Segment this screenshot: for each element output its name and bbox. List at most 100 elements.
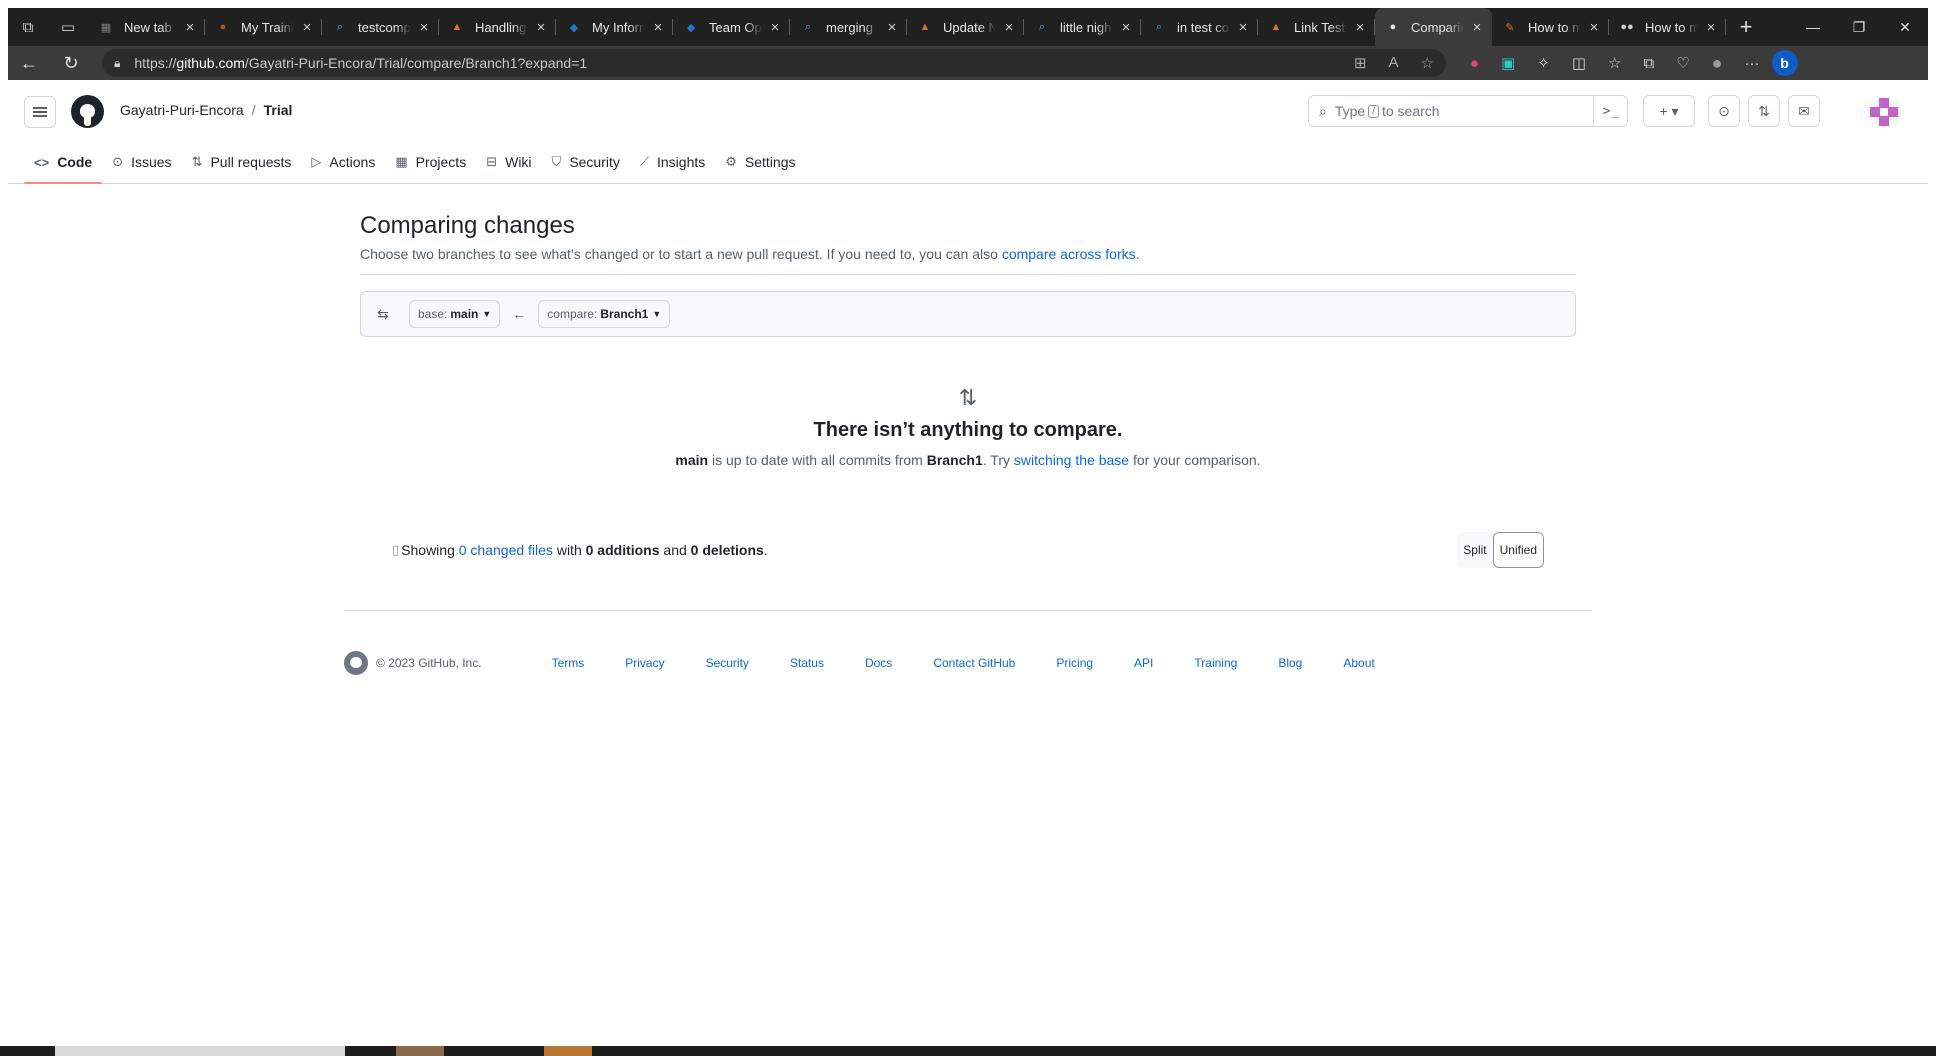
repo-name-link[interactable]: Trial	[264, 102, 293, 118]
tab-actions-icon[interactable]: ▭	[48, 8, 88, 46]
tab-label: Insights	[657, 154, 706, 170]
github-mark-icon[interactable]	[344, 651, 368, 675]
create-new-button[interactable]: + ▾	[1643, 95, 1695, 127]
description-text: Choose two branches to see what’s change…	[360, 246, 998, 262]
close-tab-icon[interactable]: ×	[768, 19, 782, 36]
command-palette-icon[interactable]: >_	[1593, 96, 1627, 126]
close-tab-icon[interactable]: ×	[1002, 19, 1016, 36]
split-screen-icon[interactable]: ◫	[1572, 54, 1586, 72]
github-header: Gayatri-Puri-Encora / Trial ⌕ Type / to …	[8, 80, 1928, 184]
close-tab-icon[interactable]: ×	[534, 19, 548, 36]
close-tab-icon[interactable]: ×	[885, 19, 899, 36]
reload-icon[interactable]: ↻	[50, 53, 92, 74]
close-tab-icon[interactable]: ×	[1353, 19, 1367, 36]
pull-requests-icon[interactable]: ⇅	[1748, 95, 1780, 127]
footer-link-api[interactable]: API	[1134, 656, 1153, 670]
favorite-star-icon[interactable]: ☆	[1421, 54, 1434, 72]
new-tab-button[interactable]: +	[1726, 14, 1766, 40]
footer-link-terms[interactable]: Terms	[552, 656, 585, 670]
read-aloud-icon[interactable]: A	[1389, 54, 1399, 72]
more-menu-icon[interactable]: ···	[1745, 55, 1760, 72]
browser-tab[interactable]: ▲ Handling ×	[439, 8, 556, 46]
base-branch-select[interactable]: base: main ▼	[409, 300, 501, 328]
close-tab-icon[interactable]: ×	[1587, 19, 1601, 36]
tab-issues[interactable]: ⊙ Issues	[102, 140, 181, 184]
browser-tab[interactable]: ⌕ little nigh ×	[1024, 8, 1141, 46]
browser-tab[interactable]: ▲ Update N ×	[907, 8, 1024, 46]
footer-link-training[interactable]: Training	[1194, 656, 1237, 670]
hamburger-menu-button[interactable]	[24, 96, 56, 128]
footer-link-about[interactable]: About	[1343, 656, 1374, 670]
browser-tab[interactable]: ●● How to m ×	[1609, 8, 1726, 46]
collections-icon[interactable]: ⧉	[1643, 55, 1654, 72]
tab-title: Update N	[943, 19, 996, 35]
tab-security[interactable]: ⛉ Security	[542, 140, 630, 184]
browser-tab[interactable]: ◆ Team Opt ×	[673, 8, 790, 46]
footer-link-blog[interactable]: Blog	[1278, 656, 1302, 670]
compare-branch-select[interactable]: compare: Branch1 ▼	[538, 300, 671, 328]
security-icon: ⛉	[551, 154, 562, 169]
favorites-icon[interactable]: ☆	[1608, 54, 1621, 72]
footer-link-contact-github[interactable]: Contact GitHub	[933, 656, 1015, 670]
footer-link-docs[interactable]: Docs	[865, 656, 892, 670]
tab-projects[interactable]: ▦ Projects	[385, 140, 476, 184]
browser-tab[interactable]: ● My Training ×	[205, 8, 322, 46]
tab-code[interactable]: <> Code	[24, 140, 103, 184]
profile-icon[interactable]: ●	[1712, 53, 1723, 74]
footer-link-status[interactable]: Status	[790, 656, 824, 670]
extension-icon[interactable]: ●	[1470, 55, 1479, 72]
browser-tab[interactable]: ◆ My Inform ×	[556, 8, 673, 46]
browser-tab[interactable]: ▲ Link TestC ×	[1258, 8, 1375, 46]
close-tab-icon[interactable]: ×	[300, 19, 314, 36]
tab-label: Wiki	[505, 154, 532, 170]
github-logo-icon[interactable]	[71, 95, 104, 128]
browser-tab[interactable]: ⌕ merging ×	[790, 8, 907, 46]
tab-actions[interactable]: ▷ Actions	[301, 140, 385, 184]
close-tab-icon[interactable]: ×	[183, 19, 197, 36]
extension-icon[interactable]: ▣	[1501, 54, 1515, 72]
changed-files-link[interactable]: 0 changed files	[459, 542, 553, 558]
close-tab-icon[interactable]: ×	[1236, 19, 1250, 36]
close-tab-icon[interactable]: ×	[1470, 19, 1484, 36]
back-icon[interactable]: ←	[8, 53, 50, 74]
browser-tab[interactable]: ⌕ in test co ×	[1141, 8, 1258, 46]
tab-settings[interactable]: ⚙ Settings	[715, 140, 805, 184]
compare-across-forks-link[interactable]: compare across forks	[1002, 246, 1136, 262]
browser-tab[interactable]: ▦ New tab ×	[88, 8, 205, 46]
extensions-puzzle-icon[interactable]: ✧	[1537, 54, 1550, 72]
browser-tab[interactable]: ● Comparin ×	[1375, 8, 1492, 46]
restore-icon[interactable]: ❐	[1836, 19, 1882, 36]
copilot-icon[interactable]: b	[1771, 50, 1798, 76]
issues-icon[interactable]: ⊙	[1708, 95, 1740, 127]
inbox-icon[interactable]: ✉	[1788, 95, 1820, 127]
tab-favicon-icon: ✎	[1505, 21, 1515, 34]
footer-link-privacy[interactable]: Privacy	[625, 656, 664, 670]
close-window-icon[interactable]: ✕	[1882, 19, 1928, 36]
page-title: Comparing changes	[360, 212, 575, 239]
browser-tab[interactable]: ✎ How to m ×	[1492, 8, 1609, 46]
close-tab-icon[interactable]: ×	[417, 19, 431, 36]
tab-title: New tab	[124, 19, 172, 35]
search-input[interactable]: ⌕ Type / to search >_	[1308, 95, 1628, 127]
browser-essentials-icon[interactable]: ♡	[1676, 54, 1689, 72]
browser-tab[interactable]: ⌕ testcomp ×	[322, 8, 439, 46]
tab-pull-requests[interactable]: ⇅ Pull requests	[182, 140, 302, 184]
tab-insights[interactable]: ⟋ Insights	[630, 140, 715, 184]
workspaces-icon[interactable]: ⧉	[8, 8, 48, 46]
taskbar	[0, 1046, 1936, 1056]
repo-owner-link[interactable]: Gayatri-Puri-Encora	[120, 102, 244, 118]
close-tab-icon[interactable]: ×	[651, 19, 665, 36]
footer-link-security[interactable]: Security	[706, 656, 749, 670]
footer-link-pricing[interactable]: Pricing	[1056, 656, 1093, 670]
app-available-icon[interactable]: ⊞	[1354, 54, 1367, 72]
address-bar[interactable]: 🔒︎ https://github.com/Gayatri-Puri-Encor…	[102, 49, 1446, 77]
split-view-button[interactable]: Split	[1457, 532, 1493, 568]
unified-view-button[interactable]: Unified	[1492, 532, 1544, 568]
tab-wiki[interactable]: ⊟ Wiki	[476, 140, 541, 184]
switch-base-link[interactable]: switching the base	[1014, 452, 1129, 468]
avatar[interactable]	[1868, 96, 1900, 128]
url-prefix: https://	[134, 55, 177, 71]
minimize-icon[interactable]: —	[1790, 19, 1836, 36]
close-tab-icon[interactable]: ×	[1119, 19, 1133, 36]
close-tab-icon[interactable]: ×	[1704, 19, 1718, 36]
